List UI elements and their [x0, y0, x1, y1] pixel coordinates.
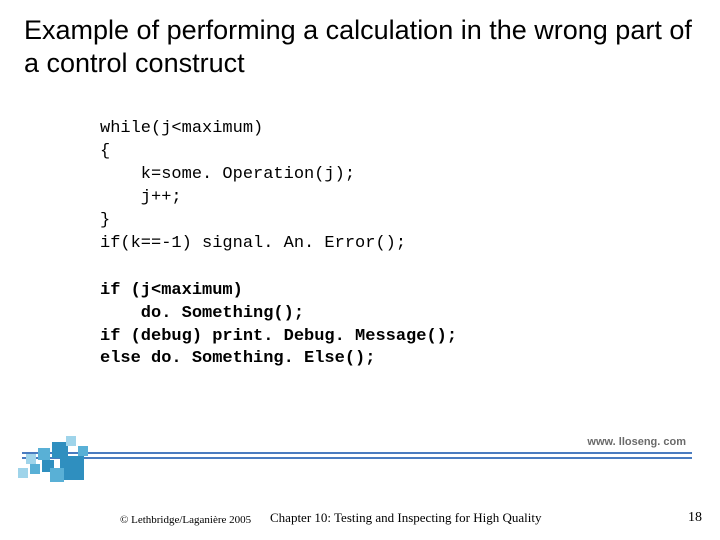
slide: Example of performing a calculation in t… [0, 0, 720, 540]
website-url: www. lloseng. com [583, 436, 690, 448]
slide-footer: © Lethbridge/Laganière 2005 Chapter 10: … [0, 508, 720, 526]
page-number: 18 [688, 510, 702, 526]
chapter-title: Chapter 10: Testing and Inspecting for H… [270, 510, 541, 526]
bottom-decoration: www. lloseng. com [22, 452, 702, 496]
logo-icon [18, 434, 102, 490]
slide-body: while(j<maximum) { k=some. Operation(j);… [100, 118, 690, 371]
rule-line [22, 457, 692, 459]
code-block-2: if (j<maximum) do. Something(); if (debu… [100, 280, 690, 372]
code-block-1: while(j<maximum) { k=some. Operation(j);… [100, 118, 690, 256]
slide-title: Example of performing a calculation in t… [24, 14, 696, 80]
copyright-text: © Lethbridge/Laganière 2005 [120, 514, 251, 526]
rule-line [22, 452, 692, 454]
